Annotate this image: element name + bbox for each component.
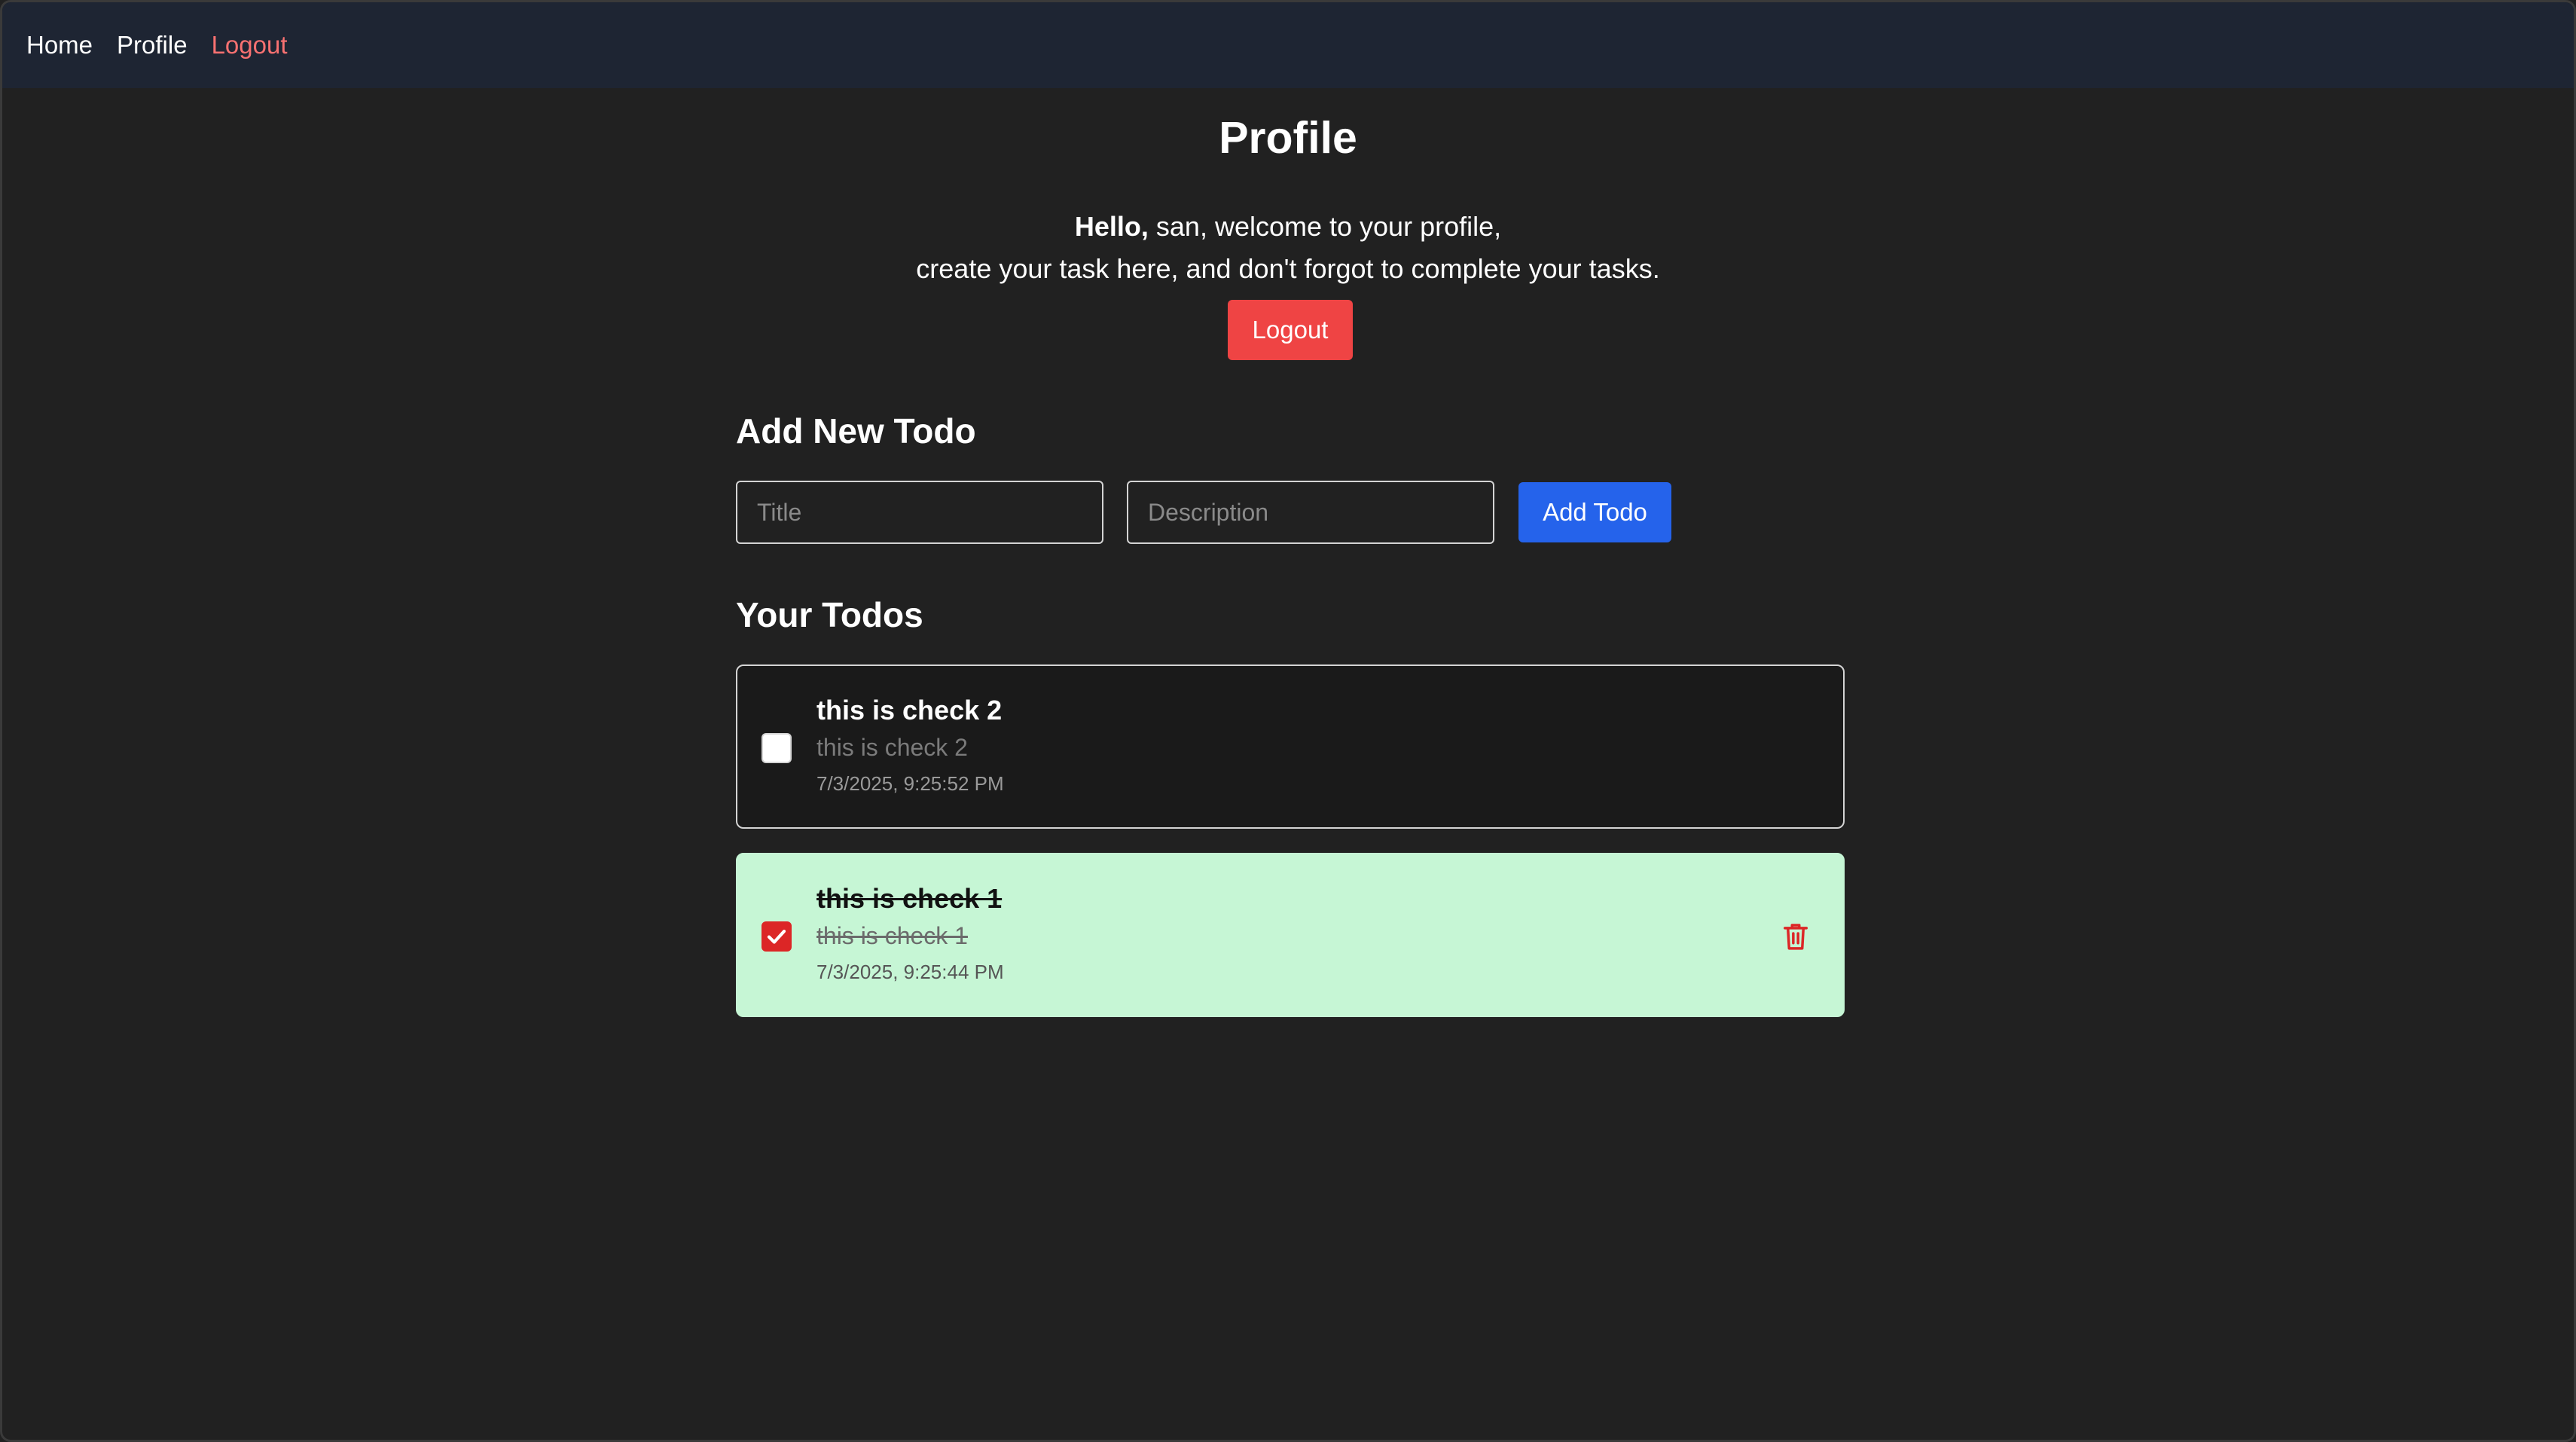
greeting-instruction: create your task here, and don't forgot … <box>916 253 1660 284</box>
todo-timestamp: 7/3/2025, 9:25:52 PM <box>816 772 1004 795</box>
add-todo-button[interactable]: Add Todo <box>1518 482 1671 542</box>
todo-card-completed: this is check 1 this is check 1 7/3/2025… <box>736 853 1845 1017</box>
greeting-hello: Hello, <box>1074 211 1149 242</box>
todo-checkbox-checked[interactable] <box>762 921 792 952</box>
trash-icon <box>1784 924 1808 950</box>
delete-todo-button[interactable] <box>1778 918 1813 955</box>
todo-card: this is check 2 this is check 2 7/3/2025… <box>736 664 1845 829</box>
todo-content: this is check 2 this is check 2 7/3/2025… <box>816 693 1004 800</box>
todo-title: this is check 2 <box>816 695 1003 726</box>
add-todo-heading: Add New Todo <box>736 411 976 451</box>
nav-logout-link[interactable]: Logout <box>212 31 288 60</box>
todo-timestamp: 7/3/2025, 9:25:44 PM <box>816 961 1004 983</box>
todo-checkbox[interactable] <box>762 733 792 763</box>
page: Home Profile Logout Profile Hello, san, … <box>0 0 2576 1442</box>
todo-title: this is check 1 <box>816 883 1003 914</box>
page-title: Profile <box>1219 113 1357 163</box>
logout-button[interactable]: Logout <box>1228 300 1353 360</box>
your-todos-heading: Your Todos <box>736 595 923 634</box>
greeting-line-1: Hello, san, welcome to your profile, <box>2 206 2574 248</box>
todo-description: this is check 2 <box>816 734 968 761</box>
nav-home-link[interactable]: Home <box>26 31 93 60</box>
todo-content: this is check 1 this is check 1 7/3/2025… <box>816 881 1004 988</box>
greeting-text: Hello, san, welcome to your profile, cre… <box>2 206 2574 290</box>
todo-title-input[interactable] <box>736 481 1103 544</box>
top-navbar: Home Profile Logout <box>2 2 2574 88</box>
todo-description: this is check 1 <box>816 922 968 949</box>
todo-description-input[interactable] <box>1127 481 1494 544</box>
check-icon <box>767 930 786 944</box>
greeting-welcome: san, welcome to your profile, <box>1155 211 1502 242</box>
nav-profile-link[interactable]: Profile <box>117 31 188 60</box>
